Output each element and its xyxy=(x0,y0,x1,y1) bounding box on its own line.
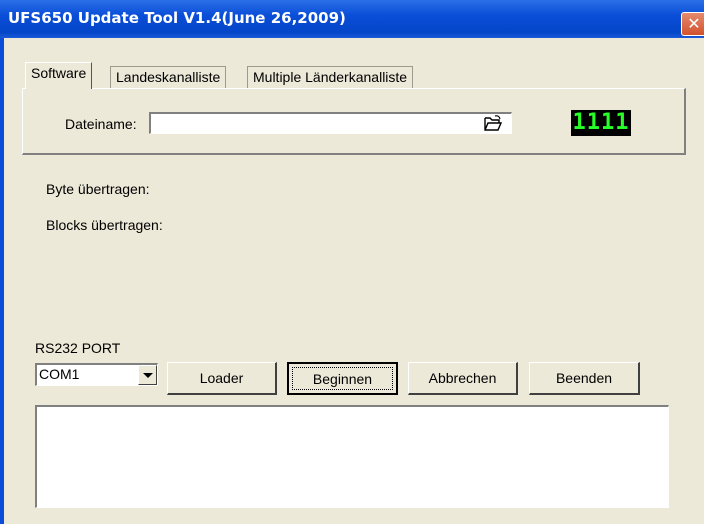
exit-button-label: Beenden xyxy=(555,370,613,386)
cancel-button[interactable]: Abbrechen xyxy=(408,362,518,395)
tab-landeskanalliste[interactable]: Landeskanalliste xyxy=(110,66,227,88)
loader-button-label: Loader xyxy=(199,370,244,386)
start-button[interactable]: Beginnen xyxy=(287,362,398,395)
port-select[interactable]: COM1 xyxy=(35,363,158,386)
window-border xyxy=(0,38,4,524)
filename-field[interactable] xyxy=(149,112,512,134)
title-bar[interactable]: UFS650 Update Tool V1.4(June 26,2009) ✕ xyxy=(0,0,704,38)
filename-label: Dateiname: xyxy=(65,116,137,132)
tab-label: Landeskanalliste xyxy=(116,69,221,85)
start-button-label: Beginnen xyxy=(312,371,373,387)
port-value: COM1 xyxy=(39,366,80,382)
blocks-transferred-label: Blocks übertragen: xyxy=(46,217,163,233)
window-title: UFS650 Update Tool V1.4(June 26,2009) xyxy=(8,9,346,27)
counter-display: 1111 xyxy=(571,110,631,136)
tab-multiple-laenderkanalliste[interactable]: Multiple Länderkanalliste xyxy=(247,66,414,88)
exit-button[interactable]: Beenden xyxy=(529,362,640,395)
log-output[interactable] xyxy=(35,405,669,508)
tab-software[interactable]: Software xyxy=(25,62,93,89)
close-button[interactable]: ✕ xyxy=(681,12,704,36)
chevron-down-icon xyxy=(143,373,153,378)
folder-open-icon[interactable] xyxy=(483,114,503,132)
dropdown-button[interactable] xyxy=(138,365,157,385)
bytes-transferred-label: Byte übertragen: xyxy=(46,181,150,197)
tab-label: Software xyxy=(31,65,87,81)
app-window: UFS650 Update Tool V1.4(June 26,2009) ✕ … xyxy=(0,0,704,524)
cancel-button-label: Abbrechen xyxy=(428,370,497,386)
loader-button[interactable]: Loader xyxy=(167,362,277,395)
tab-label: Multiple Länderkanalliste xyxy=(253,69,408,85)
close-icon: ✕ xyxy=(687,14,701,33)
port-label: RS232 PORT xyxy=(35,340,121,356)
